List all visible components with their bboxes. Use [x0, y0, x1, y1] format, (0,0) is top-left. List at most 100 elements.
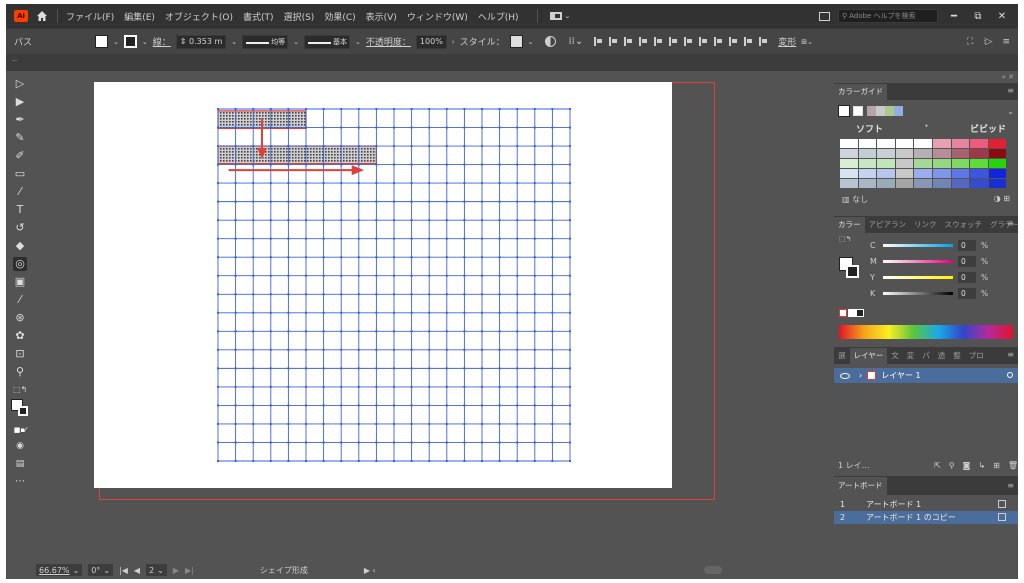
anchor-point[interactable] — [252, 385, 255, 388]
anchor-point[interactable] — [269, 348, 272, 351]
anchor-point[interactable] — [481, 348, 483, 351]
anchor-point[interactable] — [428, 182, 431, 185]
harmony-swatch[interactable] — [885, 106, 894, 116]
anchor-point[interactable] — [481, 108, 483, 110]
anchor-point[interactable] — [481, 237, 483, 240]
artboard-row-selected[interactable]: 2 アートボード 1 のコピー — [834, 511, 1018, 524]
anchor-point[interactable] — [375, 293, 378, 296]
anchor-point[interactable] — [322, 274, 325, 277]
anchor-point[interactable] — [252, 460, 255, 462]
anchor-point[interactable] — [217, 145, 219, 148]
anchor-point[interactable] — [357, 460, 360, 462]
anchor-point[interactable] — [375, 404, 378, 407]
anchor-point[interactable] — [410, 237, 413, 240]
anchor-point[interactable] — [340, 311, 343, 314]
anchor-point[interactable] — [410, 367, 413, 370]
anchor-point[interactable] — [533, 126, 536, 129]
edit-colors-button[interactable]: ◑ ⊞ — [994, 194, 1010, 205]
anchor-point[interactable] — [516, 145, 519, 148]
anchor-point[interactable] — [445, 460, 448, 462]
pen-tool-icon[interactable]: ✒ — [13, 113, 27, 127]
anchor-point[interactable] — [463, 441, 466, 444]
anchor-point[interactable] — [375, 367, 378, 370]
anchor-point[interactable] — [498, 182, 501, 185]
expand-arrow-icon[interactable]: › — [859, 371, 862, 380]
anchor-point[interactable] — [287, 163, 290, 166]
anchor-point[interactable] — [551, 274, 554, 277]
anchor-point[interactable] — [252, 311, 255, 314]
anchor-point[interactable] — [393, 256, 395, 259]
limit-to-library-button[interactable]: ▥ なし — [842, 194, 868, 205]
anchor-point[interactable] — [357, 163, 360, 166]
color-variation-swatch[interactable] — [988, 169, 1008, 179]
eraser-tool-icon[interactable]: ◆ — [13, 239, 27, 253]
anchor-point[interactable] — [516, 163, 519, 166]
color-variation-swatch[interactable] — [970, 169, 989, 179]
anchor-point[interactable] — [516, 182, 519, 185]
anchor-point[interactable] — [428, 441, 431, 444]
anchor-point[interactable] — [252, 126, 255, 129]
anchor-point[interactable] — [269, 126, 272, 129]
anchor-point[interactable] — [428, 274, 431, 277]
anchor-point[interactable] — [252, 256, 255, 259]
anchor-point[interactable] — [393, 219, 395, 222]
anchor-point[interactable] — [234, 200, 237, 203]
status-menu-icon[interactable]: ▶ ‹ — [364, 566, 376, 575]
anchor-point[interactable] — [533, 200, 536, 203]
harmony-swatch[interactable] — [894, 106, 903, 116]
anchor-point[interactable] — [252, 237, 255, 240]
anchor-point[interactable] — [269, 163, 272, 166]
anchor-point[interactable] — [234, 274, 237, 277]
anchor-point[interactable] — [217, 108, 219, 110]
distribute-top-icon[interactable] — [684, 37, 693, 46]
anchor-point[interactable] — [410, 311, 413, 314]
anchor-point[interactable] — [498, 311, 501, 314]
anchor-point[interactable] — [393, 385, 395, 388]
anchor-point[interactable] — [569, 126, 571, 129]
tab-appearance[interactable]: アピアラン — [865, 217, 911, 233]
anchor-point[interactable] — [551, 348, 554, 351]
anchor-point[interactable] — [516, 404, 519, 407]
menu-file[interactable]: ファイル(F) — [66, 10, 114, 23]
anchor-point[interactable] — [217, 274, 219, 277]
anchor-point[interactable] — [340, 367, 343, 370]
anchor-point[interactable] — [217, 348, 219, 351]
black-slider[interactable] — [883, 291, 953, 295]
anchor-point[interactable] — [217, 460, 219, 462]
anchor-point[interactable] — [234, 293, 237, 296]
anchor-point[interactable] — [569, 330, 571, 333]
menu-edit[interactable]: 編集(E) — [124, 10, 155, 23]
anchor-point[interactable] — [269, 441, 272, 444]
anchor-point[interactable] — [410, 293, 413, 296]
chevron-down-icon[interactable]: ⌄ — [355, 38, 361, 46]
anchor-point[interactable] — [393, 145, 395, 148]
anchor-point[interactable] — [498, 348, 501, 351]
dock-collapse-icon[interactable]: « ✕ — [1002, 73, 1014, 81]
anchor-point[interactable] — [287, 108, 290, 110]
anchor-point[interactable] — [393, 200, 395, 203]
anchor-point[interactable] — [375, 348, 378, 351]
stroke-label[interactable]: 線： — [153, 35, 171, 48]
anchor-point[interactable] — [569, 422, 571, 425]
cyan-slider[interactable] — [883, 243, 953, 247]
type-tool-icon[interactable]: T — [13, 203, 27, 217]
menu-select[interactable]: 選択(S) — [284, 10, 315, 23]
anchor-point[interactable] — [569, 348, 571, 351]
anchor-point[interactable] — [305, 237, 307, 240]
anchor-point[interactable] — [269, 256, 272, 259]
anchor-point[interactable] — [217, 422, 219, 425]
anchor-point[interactable] — [340, 348, 343, 351]
anchor-point[interactable] — [217, 237, 219, 240]
arrange-panels-icon[interactable]: ⫶▷ — [983, 37, 992, 47]
color-variation-swatch[interactable] — [877, 139, 896, 149]
anchor-point[interactable] — [305, 441, 307, 444]
anchor-point[interactable] — [551, 422, 554, 425]
anchor-point[interactable] — [551, 182, 554, 185]
anchor-point[interactable] — [357, 441, 360, 444]
anchor-point[interactable] — [357, 256, 360, 259]
recolor-artwork-icon[interactable] — [544, 36, 556, 47]
anchor-point[interactable] — [463, 145, 466, 148]
anchor-point[interactable] — [445, 404, 448, 407]
menu-type[interactable]: 書式(T) — [243, 10, 274, 23]
anchor-point[interactable] — [428, 293, 431, 296]
